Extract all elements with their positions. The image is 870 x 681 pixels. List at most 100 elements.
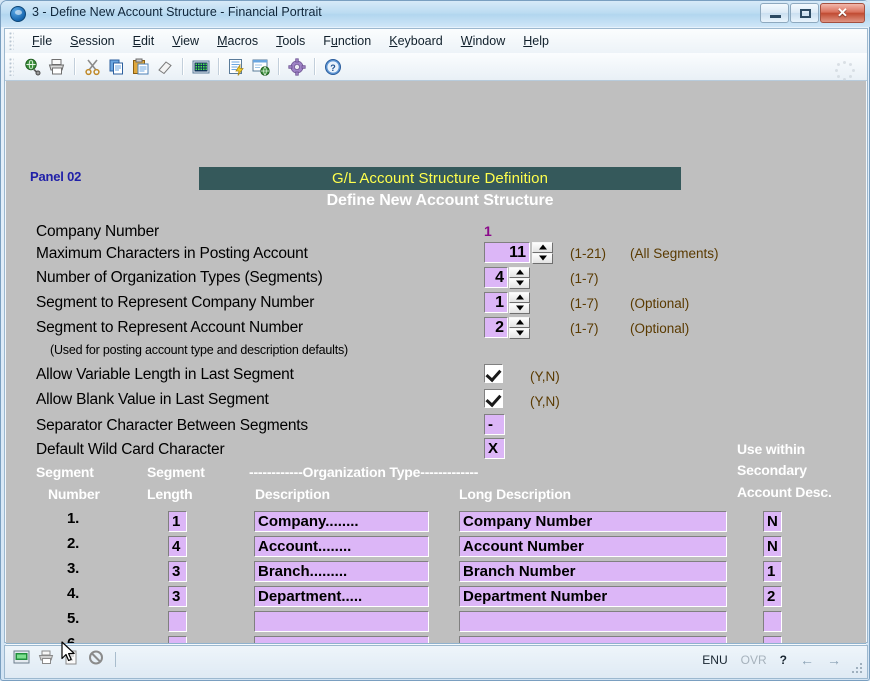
input-use-within[interactable]: 2: [763, 586, 782, 607]
settings-gear-icon[interactable]: [285, 55, 308, 78]
keypad-icon[interactable]: [189, 55, 212, 78]
input-use-within[interactable]: 1: [763, 561, 782, 582]
help-question-icon[interactable]: ?: [321, 55, 344, 78]
input-use-within[interactable]: N: [763, 511, 782, 532]
menu-item-keyboard[interactable]: Keyboard: [380, 31, 452, 51]
cut-scissors-icon[interactable]: [81, 55, 104, 78]
menu-item-session[interactable]: Session: [61, 31, 123, 51]
input-use-within[interactable]: [763, 611, 782, 632]
session-icon[interactable]: [13, 650, 32, 669]
input-description[interactable]: [254, 636, 429, 643]
spinner-down-number-of-segments[interactable]: [509, 278, 530, 289]
input-long-description[interactable]: Company Number: [459, 511, 727, 532]
menu-item-help[interactable]: Help: [514, 31, 558, 51]
spinner-up-segment-account-number[interactable]: [509, 317, 530, 328]
input-segment-account-number[interactable]: 2: [484, 317, 508, 338]
menu-item-view[interactable]: View: [163, 31, 208, 51]
spinner-up-number-of-segments[interactable]: [509, 267, 530, 278]
spinner-down-segment-account-number[interactable]: [509, 328, 530, 339]
chevron-down-icon: [515, 305, 524, 310]
page-icon[interactable]: [63, 650, 82, 669]
spinner-number-of-segments[interactable]: [509, 267, 530, 289]
close-button[interactable]: ✕: [820, 3, 865, 23]
input-long-description[interactable]: [459, 611, 727, 632]
menu-item-macros[interactable]: Macros: [208, 31, 267, 51]
menu-item-file[interactable]: FFileile: [23, 31, 61, 51]
copy-icon[interactable]: [105, 55, 128, 78]
range-allow-blank-value: (Y,N): [530, 394, 560, 409]
print-icon[interactable]: [45, 55, 68, 78]
status-forward-arrow-icon[interactable]: →: [827, 652, 841, 668]
spinner-maximum-characters[interactable]: [532, 242, 553, 264]
menu-item-tools[interactable]: Tools: [267, 31, 314, 51]
input-description[interactable]: Company........: [254, 511, 429, 532]
minimize-button[interactable]: [760, 3, 789, 23]
input-long-description[interactable]: Department Number: [459, 586, 727, 607]
spinner-down-maximum-characters[interactable]: [532, 253, 553, 264]
input-segment-length[interactable]: 4: [168, 536, 187, 557]
spinner-up-segment-company-number[interactable]: [509, 292, 530, 303]
header-description: Description: [255, 486, 330, 502]
spinner-segment-account-number[interactable]: [509, 317, 530, 339]
input-description[interactable]: Department.....: [254, 586, 429, 607]
input-long-description[interactable]: Account Number: [459, 536, 727, 557]
header-use-within-1: Use within: [737, 441, 806, 457]
toolbar-gripper[interactable]: [9, 58, 14, 76]
chevron-up-icon: [515, 319, 524, 324]
input-segment-length[interactable]: 3: [168, 586, 187, 607]
title-bar: 3 - Define New Account Structure - Finan…: [1, 1, 870, 27]
input-wild-card-character[interactable]: X: [484, 438, 505, 459]
spinner-segment-company-number[interactable]: [509, 292, 530, 314]
print-status-icon[interactable]: [38, 650, 57, 669]
menu-item-function[interactable]: Function: [314, 31, 380, 51]
input-use-within[interactable]: [763, 636, 782, 643]
input-description[interactable]: Branch.........: [254, 561, 429, 582]
input-segment-length[interactable]: [168, 636, 187, 643]
blocked-icon[interactable]: [88, 650, 107, 669]
label-allow-variable-length: Allow Variable Length in Last Segment: [36, 366, 294, 383]
input-segment-length[interactable]: [168, 611, 187, 632]
row-number: 6.: [67, 635, 79, 643]
input-use-within[interactable]: N: [763, 536, 782, 557]
menu-bar: FFileile Session Edit View Macros Tools …: [5, 29, 867, 53]
input-maximum-characters[interactable]: 11: [484, 242, 530, 263]
note-segment-company-number: (Optional): [630, 296, 690, 311]
row-number: 4.: [67, 585, 80, 602]
input-long-description[interactable]: Branch Number: [459, 561, 727, 582]
spinner-up-maximum-characters[interactable]: [532, 242, 553, 253]
banner-title: G/L Account Structure Definition: [331, 170, 549, 187]
input-description[interactable]: [254, 611, 429, 632]
input-separator-character[interactable]: -: [484, 414, 505, 435]
menubar-gripper[interactable]: [9, 32, 14, 50]
chevron-up-icon: [515, 269, 524, 274]
minimize-icon: [770, 15, 781, 18]
maximize-button[interactable]: [790, 3, 819, 23]
checkbox-allow-variable-length[interactable]: [484, 364, 503, 383]
menu-item-window[interactable]: Window: [452, 31, 514, 51]
toolbar-buttons: ?: [21, 53, 345, 80]
row-number: 2.: [67, 535, 80, 552]
terminal-screen: Panel 02 G/L Account Structure Definitio…: [6, 81, 866, 643]
spinner-down-segment-company-number[interactable]: [509, 303, 530, 314]
input-long-description[interactable]: [459, 636, 727, 643]
run-macro-icon[interactable]: [225, 55, 248, 78]
input-number-of-segments[interactable]: 4: [484, 267, 508, 288]
panel-label: Panel 02: [30, 169, 82, 184]
hint-line: (Used for posting account type and descr…: [50, 343, 349, 357]
note-maximum-characters: (All Segments): [630, 246, 719, 261]
row-number: 1.: [67, 510, 80, 527]
menu-item-edit[interactable]: Edit: [124, 31, 164, 51]
connect-globe-icon[interactable]: [21, 55, 44, 78]
input-description[interactable]: Account........: [254, 536, 429, 557]
input-segment-length[interactable]: 1: [168, 511, 187, 532]
transfer-icon[interactable]: [249, 55, 272, 78]
status-back-arrow-icon[interactable]: ←: [800, 652, 814, 668]
paste-icon[interactable]: [129, 55, 152, 78]
status-help-icon[interactable]: ?: [780, 653, 787, 667]
input-segment-length[interactable]: 3: [168, 561, 187, 582]
eraser-icon[interactable]: [153, 55, 176, 78]
checkbox-allow-blank-value[interactable]: [484, 389, 503, 408]
input-segment-company-number[interactable]: 1: [484, 292, 508, 313]
resize-grip[interactable]: [851, 663, 863, 675]
chevron-up-icon: [515, 294, 524, 299]
